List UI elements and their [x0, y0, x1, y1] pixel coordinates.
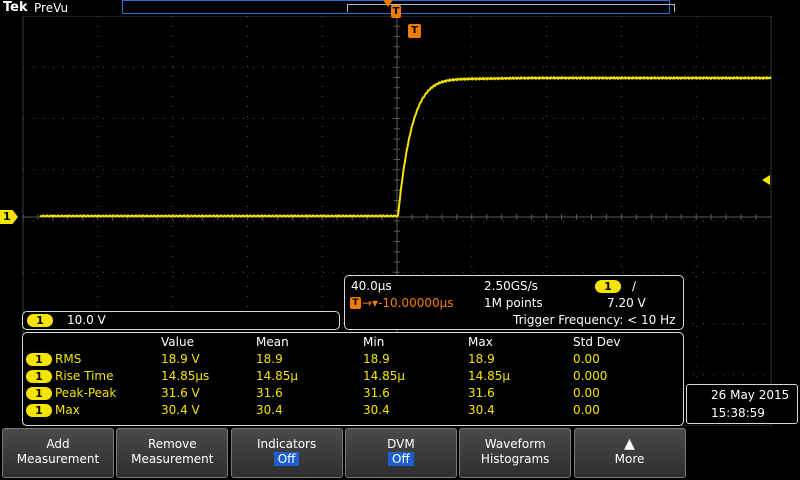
trigger-channel-badge: 1 — [595, 280, 621, 293]
measurement-table: Value Mean Min Max Std Dev 1 RMS 18.9 V 18.… — [24, 334, 684, 426]
indicators-button[interactable]: Indicators Off — [230, 428, 343, 478]
measurement-mean: 30.4 — [256, 403, 283, 417]
menu-label: Indicators — [256, 437, 317, 451]
measurement-row[interactable]: 1 RMS 18.9 V 18.9 18.9 18.9 0.00 — [24, 351, 684, 368]
channel-1-scale: 10.0 V — [67, 313, 106, 327]
softkey-menu: Add Measurement Remove Measurement Indicator… — [0, 426, 800, 480]
measurement-std-dev: 0.00 — [573, 403, 600, 417]
remove-measurement-button[interactable]: Remove Measurement — [116, 428, 229, 478]
measurement-max: 31.6 — [468, 386, 495, 400]
sample-rate: 2.50GS/s — [484, 279, 538, 293]
channel-1-badge: 1 — [27, 314, 53, 327]
trigger-marker-glyph: T — [411, 25, 418, 36]
measurement-mean: 18.9 — [256, 352, 283, 366]
add-measurement-button[interactable]: Add Measurement — [2, 428, 114, 478]
measurement-min: 31.6 — [363, 386, 390, 400]
date-display: 26 May 2015 — [711, 388, 790, 402]
measurement-value: 30.4 V — [161, 403, 200, 417]
measurement-row[interactable]: 1 Max 30.4 V 30.4 30.4 30.4 0.00 — [24, 402, 684, 419]
datetime-panel[interactable]: 26 May 2015 15:38:59 — [686, 384, 798, 424]
trigger-delay: →▾-10.00000µs — [362, 296, 454, 310]
measurement-value: 14.85µs — [161, 369, 210, 383]
measurement-max: 18.9 — [468, 352, 495, 366]
trigger-frequency: Trigger Frequency: < 10 Hz — [513, 313, 676, 327]
trigger-position-glyph: T — [392, 6, 400, 17]
measurement-min: 14.85µ — [363, 369, 405, 383]
horizontal-scale: 40.0µs — [351, 279, 392, 293]
time-display: 15:38:59 — [711, 406, 765, 420]
measurement-std-dev: 0.000 — [573, 369, 608, 383]
channel-1-ground-label: 1 — [3, 210, 11, 223]
measurement-channel-badge: 1 — [26, 387, 52, 400]
measurement-std-dev: 0.00 — [573, 386, 600, 400]
measurement-name: RMS — [55, 352, 82, 366]
measurement-name: Peak-Peak — [55, 386, 117, 400]
measurement-channel-badge: 1 — [26, 353, 52, 366]
timebase-readout[interactable]: 40.0µs 2.50GS/s 1 ∕ T →▾-10.00000µs 1M p… — [344, 275, 684, 330]
acquisition-status: PreVu — [34, 1, 69, 15]
header-max: Max — [468, 335, 493, 349]
trigger-delay-icon: T — [350, 297, 361, 309]
menu-state-badge: Off — [388, 452, 414, 466]
dvm-button[interactable]: DVM Off — [344, 428, 457, 478]
measurement-row[interactable]: 1 Rise Time 14.85µs 14.85µ 14.85µ 14.85µ 0.000 — [24, 368, 684, 385]
trigger-level-icon[interactable] — [762, 175, 770, 185]
measurement-channel-badge: 1 — [26, 404, 52, 417]
channel-1-waveform — [39, 75, 772, 218]
measurement-name: Rise Time — [55, 369, 114, 383]
measurement-value: 18.9 V — [161, 352, 200, 366]
header-value: Value — [161, 335, 194, 349]
measurement-mean: 31.6 — [256, 386, 283, 400]
header-mean: Mean — [256, 335, 289, 349]
more-button[interactable]: ▲ More — [573, 428, 686, 478]
header-min: Min — [363, 335, 385, 349]
channel-1-readout[interactable]: 1 10.0 V — [22, 311, 340, 330]
measurement-std-dev: 0.00 — [573, 352, 600, 366]
menu-sublabel: More — [614, 452, 645, 466]
waveform-histograms-button[interactable]: Waveform Histograms — [459, 428, 572, 478]
menu-label: Add — [46, 437, 70, 451]
menu-label: DVM — [387, 437, 415, 451]
measurement-min: 18.9 — [363, 352, 390, 366]
trigger-position-marker[interactable]: T — [391, 5, 401, 18]
menu-sublabel: Histograms — [480, 452, 550, 466]
measurement-row[interactable]: 1 Peak-Peak 31.6 V 31.6 31.6 31.6 0.00 — [24, 385, 684, 402]
trigger-slope-icon: ∕ — [632, 279, 637, 293]
up-arrow-icon: ▲ — [624, 436, 635, 452]
record-length: 1M points — [484, 296, 543, 310]
trigger-level: 7.20 V — [607, 296, 646, 310]
measurement-min: 30.4 — [363, 403, 390, 417]
measurement-max: 14.85µ — [468, 369, 510, 383]
brand-logo: Tek — [3, 0, 28, 15]
measurement-value: 31.6 V — [161, 386, 200, 400]
measurement-max: 30.4 — [468, 403, 495, 417]
measurement-name: Max — [55, 403, 80, 417]
menu-label: Waveform — [484, 437, 546, 451]
trigger-delay-glyph: T — [352, 298, 359, 308]
header-std-dev: Std Dev — [573, 335, 621, 349]
menu-label: Remove — [147, 437, 197, 451]
menu-sublabel: Measurement — [131, 452, 214, 466]
menu-sublabel: Measurement — [16, 452, 100, 466]
measurement-mean: 14.85µ — [256, 369, 298, 383]
measurement-channel-badge: 1 — [26, 370, 52, 383]
menu-state-badge: Off — [273, 452, 300, 466]
measurement-header-row: Value Mean Min Max Std Dev — [24, 334, 684, 351]
trigger-marker-icon: T — [408, 24, 421, 38]
